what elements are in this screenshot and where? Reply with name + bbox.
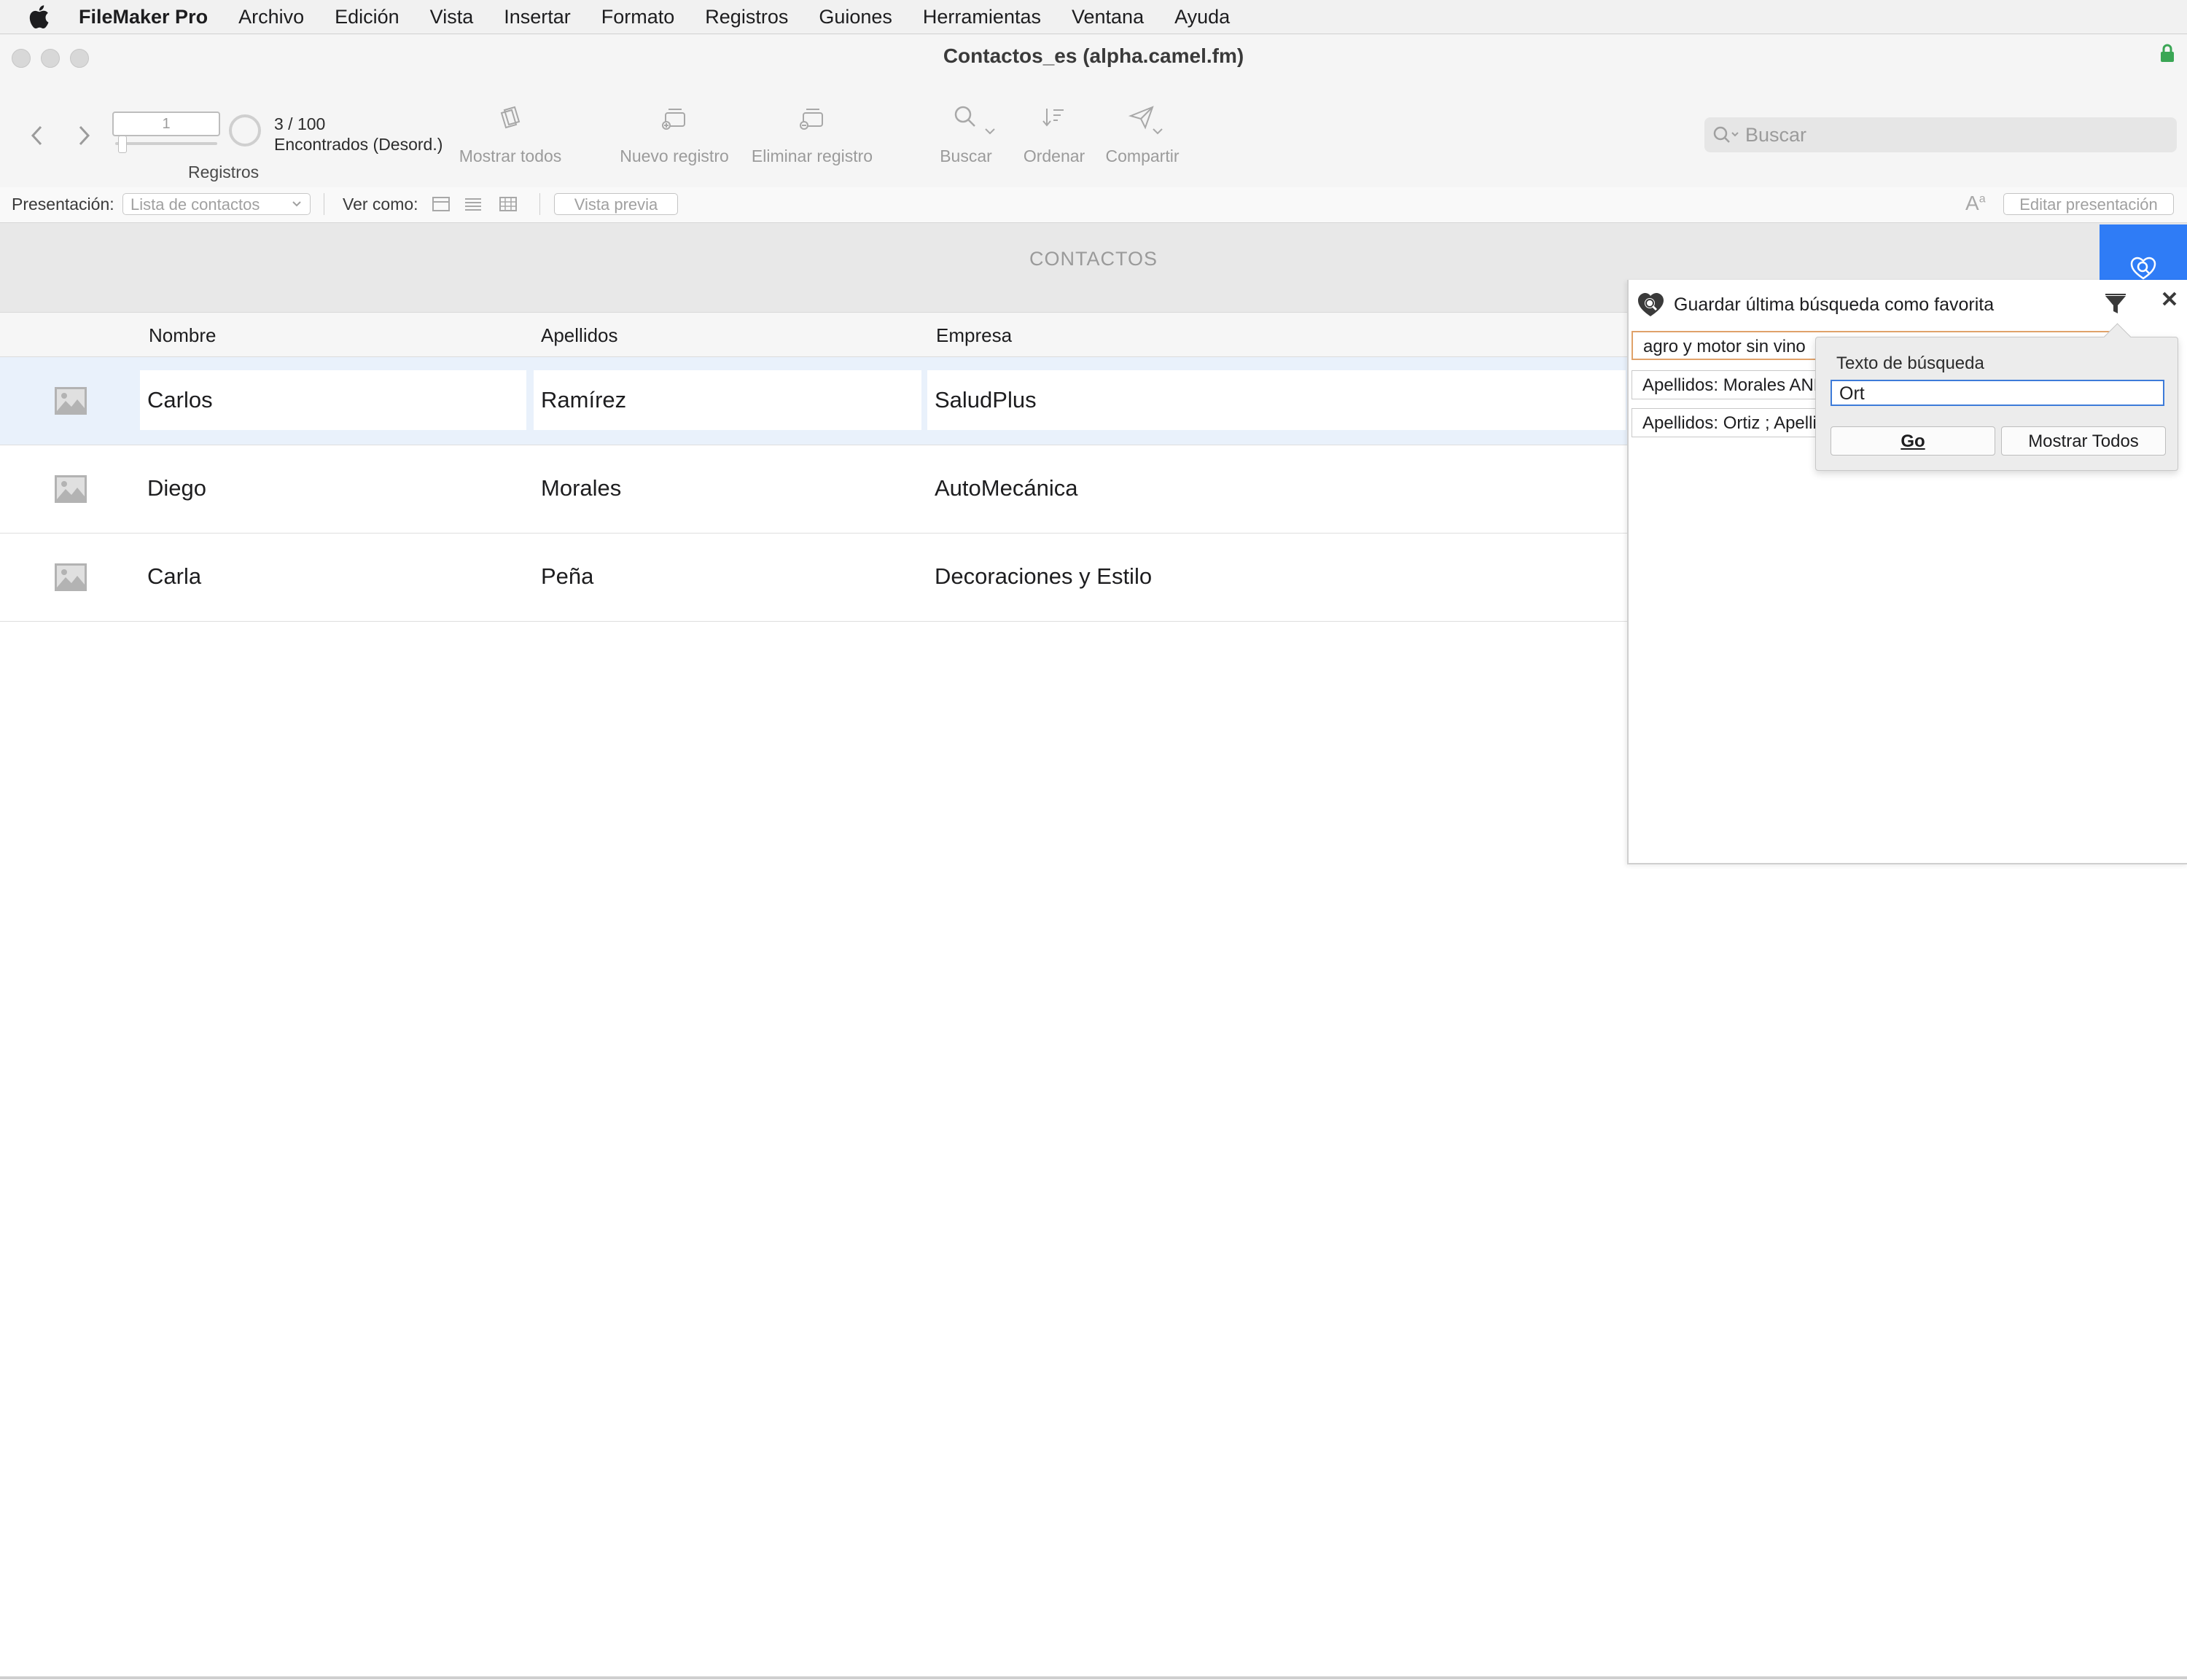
favorite-search-icon <box>2130 257 2156 280</box>
sort-label: Ordenar <box>1023 146 1085 165</box>
record-number-input[interactable]: 1 <box>112 112 220 136</box>
menu-bar: FileMaker Pro Archivo Edición Vista Inse… <box>0 0 2187 34</box>
menu-edicion[interactable]: Edición <box>335 6 399 28</box>
nombre-field[interactable]: Carla <box>140 547 526 606</box>
menu-guiones[interactable]: Guiones <box>819 6 892 28</box>
view-as-label: Ver como: <box>343 195 418 214</box>
sort-button[interactable]: Ordenar <box>1018 103 1091 166</box>
show-all-label: Mostrar todos <box>459 146 562 165</box>
layout-select[interactable]: Lista de contactos <box>122 193 311 215</box>
apellidos-field[interactable]: Morales <box>534 458 921 518</box>
menu-ventana[interactable]: Ventana <box>1072 6 1144 28</box>
favorites-header: Guardar última búsqueda como favorita <box>1629 280 2187 329</box>
search-text-popover: Texto de búsqueda Ort Go Mostrar Todos <box>1815 323 2178 471</box>
lock-icon <box>2159 43 2175 67</box>
quick-find-field[interactable]: Buscar <box>1704 117 2177 152</box>
empresa-field[interactable]: SaludPlus <box>927 370 1626 430</box>
nombre-field[interactable]: Carlos <box>140 370 526 430</box>
photo-placeholder-icon[interactable] <box>54 386 87 419</box>
delete-record-label: Eliminar registro <box>751 146 873 165</box>
empresa-field[interactable]: Decoraciones y Estilo <box>927 547 1626 606</box>
show-all-button[interactable]: Mostrar todos <box>452 103 569 166</box>
column-header-empresa[interactable]: Empresa <box>936 324 1012 347</box>
menu-insertar[interactable]: Insertar <box>504 6 571 28</box>
nombre-field[interactable]: Diego <box>140 458 526 518</box>
menu-registros[interactable]: Registros <box>705 6 788 28</box>
layout-header-title: CONTACTOS <box>1029 248 1158 270</box>
photo-placeholder-icon[interactable] <box>54 563 87 595</box>
new-record-button[interactable]: Nuevo registro <box>612 103 736 166</box>
go-button[interactable]: Go <box>1831 426 1995 456</box>
share-label: Compartir <box>1105 146 1180 165</box>
records-label: Registros <box>188 163 260 181</box>
filter-icon[interactable] <box>2104 293 2127 320</box>
window-bottom-edge <box>0 1676 2187 1679</box>
menu-formato[interactable]: Formato <box>601 6 675 28</box>
search-icon <box>1712 125 1741 145</box>
chevron-down-icon <box>291 194 303 220</box>
apple-icon[interactable] <box>28 4 54 29</box>
search-placeholder: Buscar <box>1745 123 1807 146</box>
edit-layout-button[interactable]: Editar presentación <box>2003 193 2174 215</box>
favorite-search-icon[interactable] <box>1636 290 1668 323</box>
apellidos-field[interactable]: Ramírez <box>534 370 921 430</box>
menu-vista[interactable]: Vista <box>430 6 474 28</box>
share-button[interactable]: Compartir <box>1102 103 1182 166</box>
save-favorite-search-label[interactable]: Guardar última búsqueda como favorita <box>1674 294 1994 316</box>
found-count: 3 / 100 <box>274 114 326 133</box>
search-icon <box>954 106 975 127</box>
menu-archivo[interactable]: Archivo <box>238 6 304 28</box>
search-text-input[interactable]: Ort <box>1831 380 2164 406</box>
layout-bar: Presentación: Lista de contactos Ver com… <box>0 187 2187 223</box>
column-header-nombre[interactable]: Nombre <box>149 324 216 347</box>
empresa-field[interactable]: AutoMecánica <box>927 458 1626 518</box>
find-label: Buscar <box>940 146 992 165</box>
table-view-icon[interactable] <box>499 196 518 216</box>
column-header-apellidos[interactable]: Apellidos <box>541 324 618 347</box>
new-record-icon <box>662 109 685 130</box>
table-row[interactable]: Carlos Ramírez SaludPlus <box>0 357 1627 445</box>
menu-ayuda[interactable]: Ayuda <box>1174 6 1230 28</box>
share-menu-chevron-icon[interactable] <box>1152 126 1163 139</box>
menu-herramientas[interactable]: Herramientas <box>923 6 1041 28</box>
close-icon[interactable] <box>2161 290 2178 311</box>
slider-knob[interactable] <box>118 136 127 153</box>
show-all-button[interactable]: Mostrar Todos <box>2001 426 2166 456</box>
found-status: Encontrados (Desord.) <box>274 135 443 154</box>
next-record-button[interactable] <box>76 125 92 150</box>
text-format-icon[interactable]: Aa <box>1965 192 1986 215</box>
photo-placeholder-icon[interactable] <box>54 474 87 507</box>
search-text-label: Texto de búsqueda <box>1836 353 1984 373</box>
delete-record-button[interactable]: Eliminar registro <box>746 103 878 166</box>
show-all-icon <box>500 106 521 129</box>
form-view-icon[interactable] <box>432 196 451 216</box>
layout-label: Presentación: <box>12 195 114 214</box>
window-title: Contactos_es (alpha.camel.fm) <box>943 44 1244 67</box>
delete-record-icon <box>800 109 823 130</box>
toolbar: 1 3 / 100 Encontrados (Desord.) Registro… <box>0 81 2187 188</box>
menu-app-name[interactable]: FileMaker Pro <box>79 6 208 28</box>
sort-icon <box>1042 109 1064 127</box>
column-headers: Nombre Apellidos Empresa <box>0 313 1627 357</box>
apellidos-field[interactable]: Peña <box>534 547 921 606</box>
find-menu-chevron-icon[interactable] <box>984 126 996 139</box>
title-bar: Contactos_es (alpha.camel.fm) <box>0 34 2187 81</box>
found-set-pie-icon <box>229 114 261 146</box>
preview-button[interactable]: Vista previa <box>554 193 678 215</box>
divider <box>539 193 540 215</box>
new-record-label: Nuevo registro <box>620 146 729 165</box>
layout-select-value: Lista de contactos <box>130 195 260 214</box>
previous-record-button[interactable] <box>29 125 45 150</box>
record-slider[interactable] <box>115 136 217 153</box>
list-view-icon[interactable] <box>464 196 483 216</box>
table-row[interactable]: Diego Morales AutoMecánica <box>0 445 1627 534</box>
table-row[interactable]: Carla Peña Decoraciones y Estilo <box>0 534 1627 622</box>
